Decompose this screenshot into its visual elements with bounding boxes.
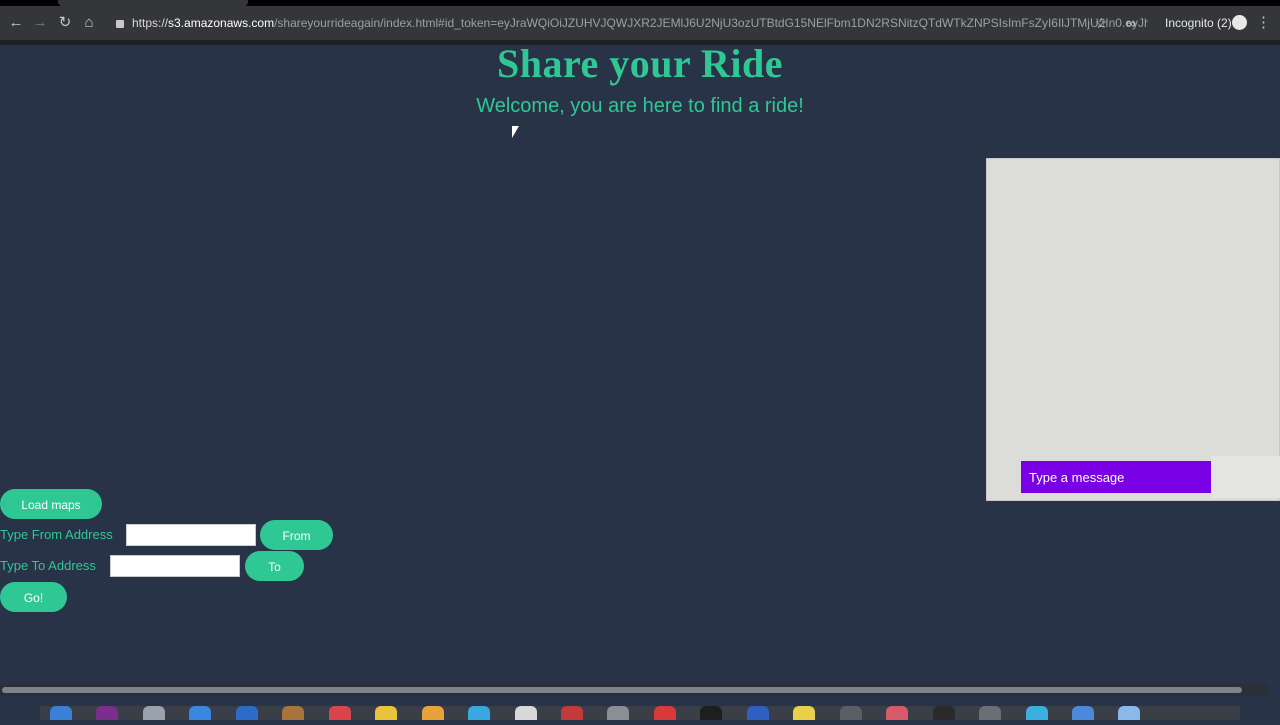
home-icon[interactable]: ⌂ [80,14,98,32]
forward-icon[interactable]: → [31,14,49,32]
url-prefix: https:// [132,16,169,30]
browser-chrome: ← → ↻ ⌂ https://s3.amazonaws.com/shareyo… [0,0,1280,45]
page-title: Share your Ride [496,41,784,86]
dock-app-icon[interactable] [793,706,816,720]
dock-app-icon[interactable] [746,706,769,720]
to-address-label: Type To Address [0,558,96,573]
url-path: /shareyourrideagain/index.html#id_token=… [274,16,1148,30]
dock-app-icon[interactable] [282,706,305,720]
link-icon[interactable]: ∞ [1126,13,1136,33]
dock-app-icon[interactable] [560,706,583,720]
dock-app-icon[interactable] [700,706,723,720]
chat-input-area [1211,456,1280,498]
mouse-cursor-icon [512,126,519,138]
dock-app-icon[interactable] [375,706,398,720]
chat-panel [986,158,1280,501]
dock-app-icon[interactable] [189,706,212,720]
to-address-input[interactable] [110,555,240,577]
dock-app-icon[interactable] [886,706,909,720]
incognito-label[interactable]: Incognito (2) [1165,14,1232,32]
bookmark-star-icon[interactable]: ☆ [1095,13,1108,33]
dock-app-icon[interactable] [50,706,72,720]
dock-app-icon[interactable] [932,706,955,720]
dock-app-icon[interactable] [979,706,1002,720]
back-icon[interactable]: ← [7,14,25,32]
browser-toolbar: ← → ↻ ⌂ https://s3.amazonaws.com/shareyo… [0,6,1280,40]
to-button[interactable]: To [245,551,304,581]
from-address-input[interactable] [126,524,256,546]
dock-app-icon[interactable] [653,706,676,720]
from-address-label: Type From Address [0,527,113,542]
reload-icon[interactable]: ↻ [56,14,74,32]
menu-kebab-icon[interactable]: ⋮ [1256,13,1271,33]
load-maps-button[interactable]: Load maps [0,489,102,519]
url-host: s3.amazonaws.com [168,16,275,30]
dock-app-icon[interactable] [235,706,258,720]
os-dock [40,706,1240,720]
horizontal-scrollbar[interactable] [0,684,1268,696]
incognito-icon[interactable] [1232,15,1247,30]
dock-app-icon[interactable] [96,706,119,720]
dock-app-icon[interactable] [514,706,537,720]
dock-app-icon[interactable] [421,706,444,720]
from-button[interactable]: From [260,520,333,550]
dock-app-icon[interactable] [1071,706,1094,720]
dock-app-icon[interactable] [839,706,862,720]
dock-app-icon[interactable] [1025,706,1048,720]
page-subtitle: Welcome, you are here to find a ride! [476,95,804,117]
dock-app-icon[interactable] [468,706,491,720]
address-bar[interactable]: https://s3.amazonaws.com/shareyourrideag… [108,11,1148,35]
dock-app-icon[interactable] [607,706,630,720]
dock-app-icon[interactable] [142,706,165,720]
go-button[interactable]: Go! [0,582,67,612]
dock-app-icon[interactable] [1118,706,1141,720]
chat-message-input[interactable] [1021,461,1211,493]
scrollbar-thumb[interactable] [2,687,1242,693]
lock-icon [116,19,124,28]
dock-app-icon[interactable] [328,706,351,720]
